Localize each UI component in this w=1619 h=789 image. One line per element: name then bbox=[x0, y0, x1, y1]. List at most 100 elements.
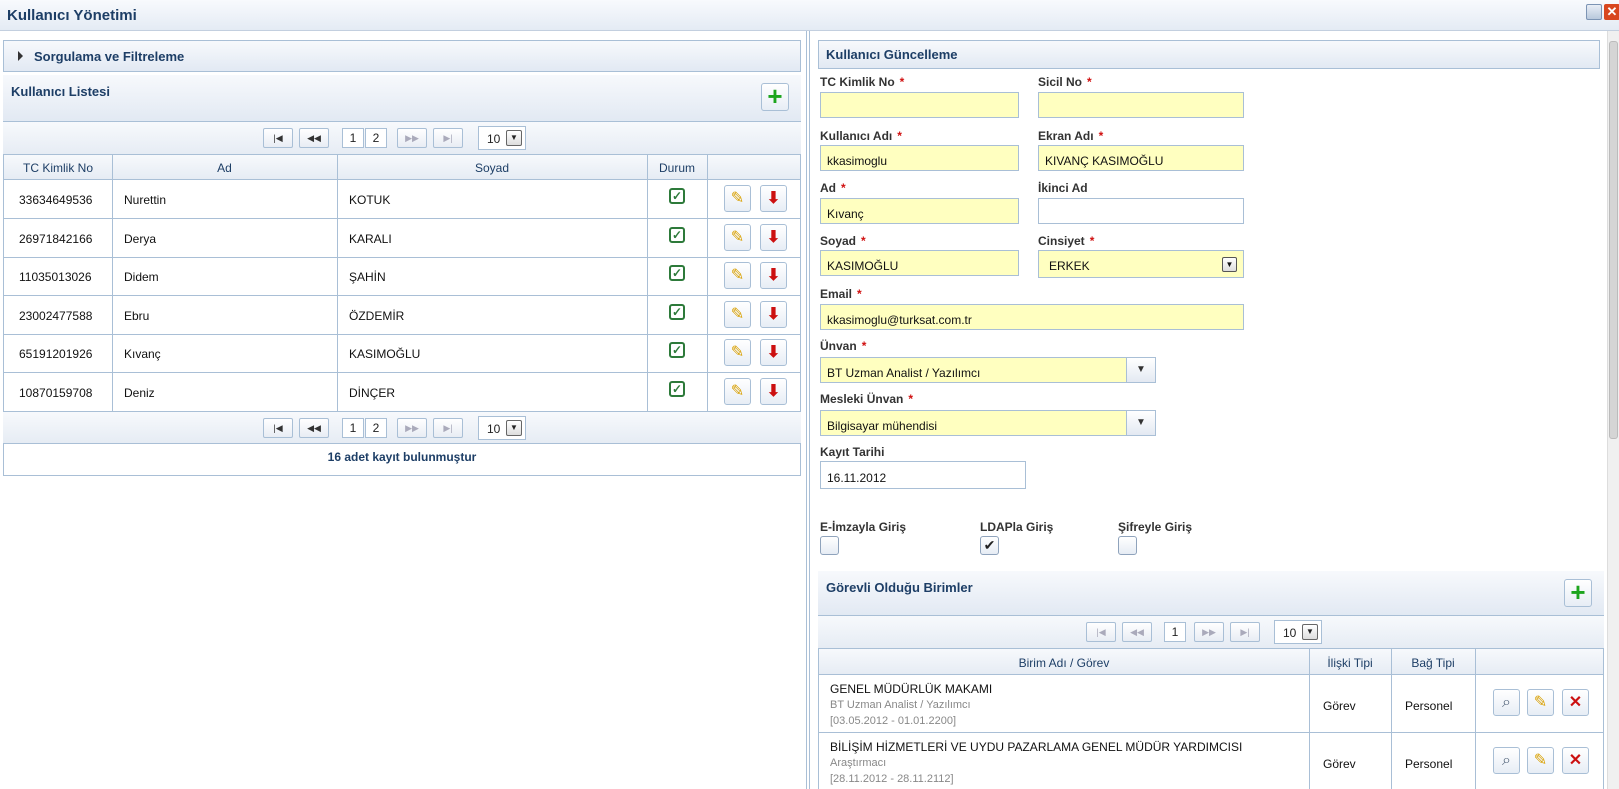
pencil-icon: ✎ bbox=[730, 305, 745, 323]
next-page-button[interactable]: ▶▶ bbox=[1194, 622, 1224, 642]
table-row[interactable]: 26971842166 Derya KARALI ✓ ✎ ⬇ bbox=[4, 219, 800, 258]
first-page-button[interactable]: |◀ bbox=[1086, 622, 1116, 642]
username-input[interactable] bbox=[820, 145, 1019, 171]
prev-page-button[interactable]: ◀◀ bbox=[1122, 622, 1152, 642]
delete-button[interactable]: ⬇ bbox=[760, 339, 787, 366]
table-row[interactable]: 11035013026 Didem ŞAHİN ✓ ✎ ⬇ bbox=[4, 257, 800, 296]
edit-button[interactable]: ✎ bbox=[724, 300, 751, 328]
cell-ad: Didem bbox=[124, 270, 159, 284]
chevron-down-icon: ▼ bbox=[506, 420, 522, 436]
first-page-button[interactable]: |◀ bbox=[263, 418, 293, 438]
unit-role: BT Uzman Analist / Yazılımcı bbox=[830, 699, 971, 711]
delete-button[interactable]: ✕ bbox=[1562, 747, 1589, 774]
filter-panel-header[interactable]: Sorgulama ve Filtreleme bbox=[3, 40, 801, 72]
password-login-checkbox[interactable] bbox=[1118, 536, 1137, 555]
close-icon[interactable]: ✕ bbox=[1604, 4, 1619, 20]
middle-name-input[interactable] bbox=[1038, 198, 1244, 224]
eimza-label: E-İmzayla Giriş bbox=[820, 520, 907, 534]
col-unit-name[interactable]: Birim Adı / Görev bbox=[819, 656, 1309, 670]
display-name-input[interactable] bbox=[1038, 145, 1244, 171]
eimza-checkbox[interactable] bbox=[820, 536, 839, 555]
prev-page-button[interactable]: ◀◀ bbox=[299, 128, 329, 148]
last-page-button[interactable]: ▶| bbox=[433, 128, 463, 148]
page-size-select[interactable]: 10 ▼ bbox=[478, 416, 526, 440]
units-pager: |◀ ◀◀ 1 ▶▶ ▶| 10 ▼ bbox=[818, 616, 1604, 649]
edit-button[interactable]: ✎ bbox=[724, 377, 751, 405]
page-2-button[interactable]: 2 bbox=[365, 418, 387, 438]
page-1-button[interactable]: 1 bbox=[342, 418, 364, 438]
unit-dates: [28.11.2012 - 28.11.2112] bbox=[830, 773, 954, 785]
splitter[interactable] bbox=[809, 31, 810, 789]
delete-button[interactable]: ⬇ bbox=[760, 185, 787, 212]
first-page-button[interactable]: |◀ bbox=[263, 128, 293, 148]
delete-button[interactable]: ⬇ bbox=[760, 300, 787, 328]
table-row[interactable]: 23002477588 Ebru ÖZDEMİR ✓ ✎ ⬇ bbox=[4, 296, 800, 335]
last-page-button[interactable]: ▶| bbox=[433, 418, 463, 438]
page-size-value: 10 bbox=[487, 132, 501, 146]
middle-name-label: İkinci Ad bbox=[1038, 181, 1088, 195]
pencil-icon: ✎ bbox=[1533, 694, 1548, 711]
title-dropdown-button[interactable]: ▼ bbox=[1126, 357, 1156, 383]
view-button[interactable]: ⌕ bbox=[1493, 747, 1520, 774]
table-row[interactable]: BİLİŞİM HİZMETLERİ VE UYDU PAZARLAMA GEN… bbox=[819, 733, 1603, 789]
next-page-button[interactable]: ▶▶ bbox=[397, 128, 427, 148]
prev-page-button[interactable]: ◀◀ bbox=[299, 418, 329, 438]
add-unit-button[interactable]: + bbox=[1564, 579, 1592, 607]
page-size-select[interactable]: 10 ▼ bbox=[478, 126, 526, 150]
table-row[interactable]: GENEL MÜDÜRLÜK MAKAMI BT Uzman Analist / … bbox=[819, 675, 1603, 733]
page-2-button[interactable]: 2 bbox=[365, 128, 387, 148]
last-page-button[interactable]: ▶| bbox=[1230, 622, 1260, 642]
delete-button[interactable]: ⬇ bbox=[760, 262, 787, 289]
cell-soyad: KARALI bbox=[349, 231, 392, 246]
ldap-checkbox[interactable]: ✔ bbox=[980, 536, 999, 555]
title-combobox[interactable] bbox=[820, 357, 1127, 383]
first-name-input[interactable] bbox=[820, 198, 1019, 224]
splitter[interactable] bbox=[806, 31, 807, 789]
table-row[interactable]: 33634649536 Nurettin KOTUK ✓ ✎ ⬇ bbox=[4, 180, 800, 219]
registration-date-label: Kayıt Tarihi bbox=[820, 445, 885, 459]
delete-button[interactable]: ⬇ bbox=[760, 223, 787, 251]
page-1-button[interactable]: 1 bbox=[342, 128, 364, 148]
edit-button[interactable]: ✎ bbox=[724, 339, 751, 366]
status-active-icon: ✓ bbox=[669, 342, 685, 358]
delete-button[interactable]: ⬇ bbox=[760, 377, 787, 405]
edit-button[interactable]: ✎ bbox=[1527, 689, 1554, 716]
pencil-icon: ✎ bbox=[1533, 752, 1548, 769]
edit-button[interactable]: ✎ bbox=[724, 262, 751, 289]
edit-button[interactable]: ✎ bbox=[724, 185, 751, 212]
col-relation-type[interactable]: İlişki Tipi bbox=[1309, 656, 1391, 670]
page-1-button[interactable]: 1 bbox=[1164, 622, 1186, 642]
table-row[interactable]: 65191201926 Kıvanç KASIMOĞLU ✓ ✎ ⬇ bbox=[4, 334, 800, 373]
email-input[interactable] bbox=[820, 304, 1244, 330]
col-ad[interactable]: Ad bbox=[112, 161, 337, 175]
page-size-select[interactable]: 10 ▼ bbox=[1274, 620, 1322, 644]
professional-title-combobox[interactable] bbox=[820, 410, 1127, 436]
view-button[interactable]: ⌕ bbox=[1493, 689, 1520, 716]
window-title: Kullanıcı Yönetimi bbox=[7, 7, 137, 24]
chevron-down-icon: ▼ bbox=[1222, 257, 1237, 272]
scrollbar-thumb[interactable] bbox=[1609, 41, 1618, 439]
sicil-input[interactable] bbox=[1038, 92, 1244, 118]
registration-date-input[interactable] bbox=[820, 461, 1026, 489]
vertical-scrollbar[interactable] bbox=[1607, 31, 1619, 789]
col-durum[interactable]: Durum bbox=[647, 161, 707, 175]
table-row[interactable]: 10870159708 Deniz DİNÇER ✓ ✎ ⬇ bbox=[4, 373, 800, 412]
professional-title-dropdown-button[interactable]: ▼ bbox=[1126, 410, 1156, 436]
delete-button[interactable]: ✕ bbox=[1562, 689, 1589, 716]
col-soyad[interactable]: Soyad bbox=[337, 161, 647, 175]
edit-button[interactable]: ✎ bbox=[1527, 747, 1554, 774]
add-user-button[interactable]: + bbox=[761, 83, 789, 111]
pencil-icon: ✎ bbox=[730, 267, 745, 284]
page-size-value: 10 bbox=[1283, 626, 1297, 640]
unit-name: BİLİŞİM HİZMETLERİ VE UYDU PAZARLAMA GEN… bbox=[830, 740, 1243, 754]
gender-select[interactable]: ERKEK ▼ bbox=[1038, 250, 1244, 278]
surname-input[interactable] bbox=[820, 250, 1019, 276]
col-tc[interactable]: TC Kimlik No bbox=[4, 161, 112, 175]
tc-input[interactable] bbox=[820, 92, 1019, 118]
edit-button[interactable]: ✎ bbox=[724, 223, 751, 251]
ldap-label: LDAPla Giriş bbox=[980, 520, 1054, 534]
next-page-button[interactable]: ▶▶ bbox=[397, 418, 427, 438]
col-bond-type[interactable]: Bağ Tipi bbox=[1391, 656, 1475, 670]
restore-icon[interactable] bbox=[1586, 4, 1602, 20]
username-label: Kullanıcı Adı * bbox=[820, 129, 902, 143]
